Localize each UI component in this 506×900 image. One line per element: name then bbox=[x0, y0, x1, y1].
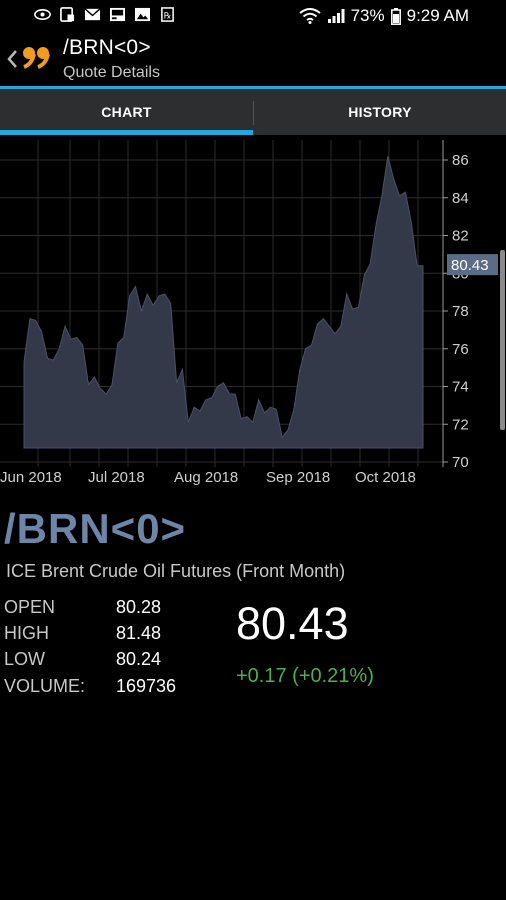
last-price-label-group: 80.43 bbox=[447, 254, 498, 276]
battery-level: 73% bbox=[350, 6, 385, 25]
eye-icon bbox=[34, 7, 51, 22]
y-tick-label-7: 84 bbox=[452, 190, 469, 207]
quote-symbol: /BRN<0> bbox=[4, 505, 187, 552]
mail-icon bbox=[84, 7, 101, 22]
x-tick-label-4: Oct 2018 bbox=[355, 469, 416, 486]
app-bar: /BRN<0> Quote Details bbox=[0, 32, 506, 86]
quote-logo-icon[interactable] bbox=[20, 44, 52, 72]
tab-history[interactable]: HISTORY bbox=[254, 89, 506, 135]
back-chevron-icon[interactable] bbox=[6, 48, 18, 70]
lock-photo-icon bbox=[59, 7, 76, 22]
x-tick-label-0: Jun 2018 bbox=[0, 469, 62, 486]
quote-description: ICE Brent Crude Oil Futures (Front Month… bbox=[6, 561, 346, 581]
price-change: +0.17 (+0.21%) bbox=[236, 665, 374, 687]
y-tick-label-6: 82 bbox=[452, 228, 469, 245]
stat-label: LOW bbox=[4, 649, 46, 669]
price-area-series bbox=[23, 156, 424, 449]
x-axis-ticks: Jun 2018 Jul 2018 Aug 2018 Sep 2018 Oct 2018 bbox=[0, 469, 416, 486]
rx-icon: ℞ bbox=[159, 7, 176, 22]
last-price: 80.43 bbox=[236, 598, 349, 649]
clock: 9:29 AM bbox=[406, 6, 469, 25]
signal-icon bbox=[327, 8, 345, 24]
x-tick-label-2: Aug 2018 bbox=[174, 469, 238, 486]
price-chart[interactable]: 707274767880828486 Jun 2018Jul 2018Aug 2… bbox=[0, 140, 506, 492]
image-icon bbox=[109, 7, 126, 22]
active-tab-indicator bbox=[0, 130, 253, 135]
y-tick-label-0: 70 bbox=[452, 454, 469, 471]
gallery-icon bbox=[134, 7, 151, 22]
stat-value: 80.28 bbox=[116, 597, 162, 617]
tab-chart[interactable]: CHART bbox=[0, 89, 253, 135]
stat-row-volume: VOLUME: 169736 bbox=[4, 676, 204, 702]
y-tick-label-4: 78 bbox=[452, 303, 469, 320]
stat-row-low: LOW 80.24 bbox=[4, 649, 204, 675]
stat-row-high: HIGH 81.48 bbox=[4, 623, 204, 649]
stat-label: VOLUME: bbox=[4, 676, 86, 696]
stat-value: 169736 bbox=[116, 676, 177, 696]
stat-label: OPEN bbox=[4, 597, 56, 617]
scrollbar-thumb[interactable] bbox=[500, 250, 505, 430]
stat-row-open: OPEN 80.28 bbox=[4, 597, 204, 623]
last-price-label: 80.43 bbox=[451, 257, 489, 274]
x-tick-label-1: Jul 2018 bbox=[88, 469, 145, 486]
page-title: /BRN<0> bbox=[63, 36, 151, 59]
y-tick-label-3: 76 bbox=[452, 341, 469, 358]
stat-value: 81.48 bbox=[116, 623, 162, 643]
y-axis-ticks: 707274767880828486 bbox=[443, 152, 469, 471]
tab-divider bbox=[253, 101, 254, 125]
y-tick-label-8: 86 bbox=[452, 152, 469, 169]
y-tick-label-2: 74 bbox=[452, 379, 469, 396]
x-tick-label-3: Sep 2018 bbox=[266, 469, 330, 486]
wifi-icon bbox=[298, 8, 321, 24]
battery-icon bbox=[390, 7, 401, 25]
y-tick-label-1: 72 bbox=[452, 416, 469, 433]
page-subtitle: Quote Details bbox=[63, 64, 160, 81]
svg-text:℞: ℞ bbox=[164, 10, 172, 20]
stat-value: 80.24 bbox=[116, 649, 162, 669]
status-bar: ℞ 73% 9:29 AM bbox=[0, 0, 506, 32]
stat-label: HIGH bbox=[4, 623, 49, 643]
